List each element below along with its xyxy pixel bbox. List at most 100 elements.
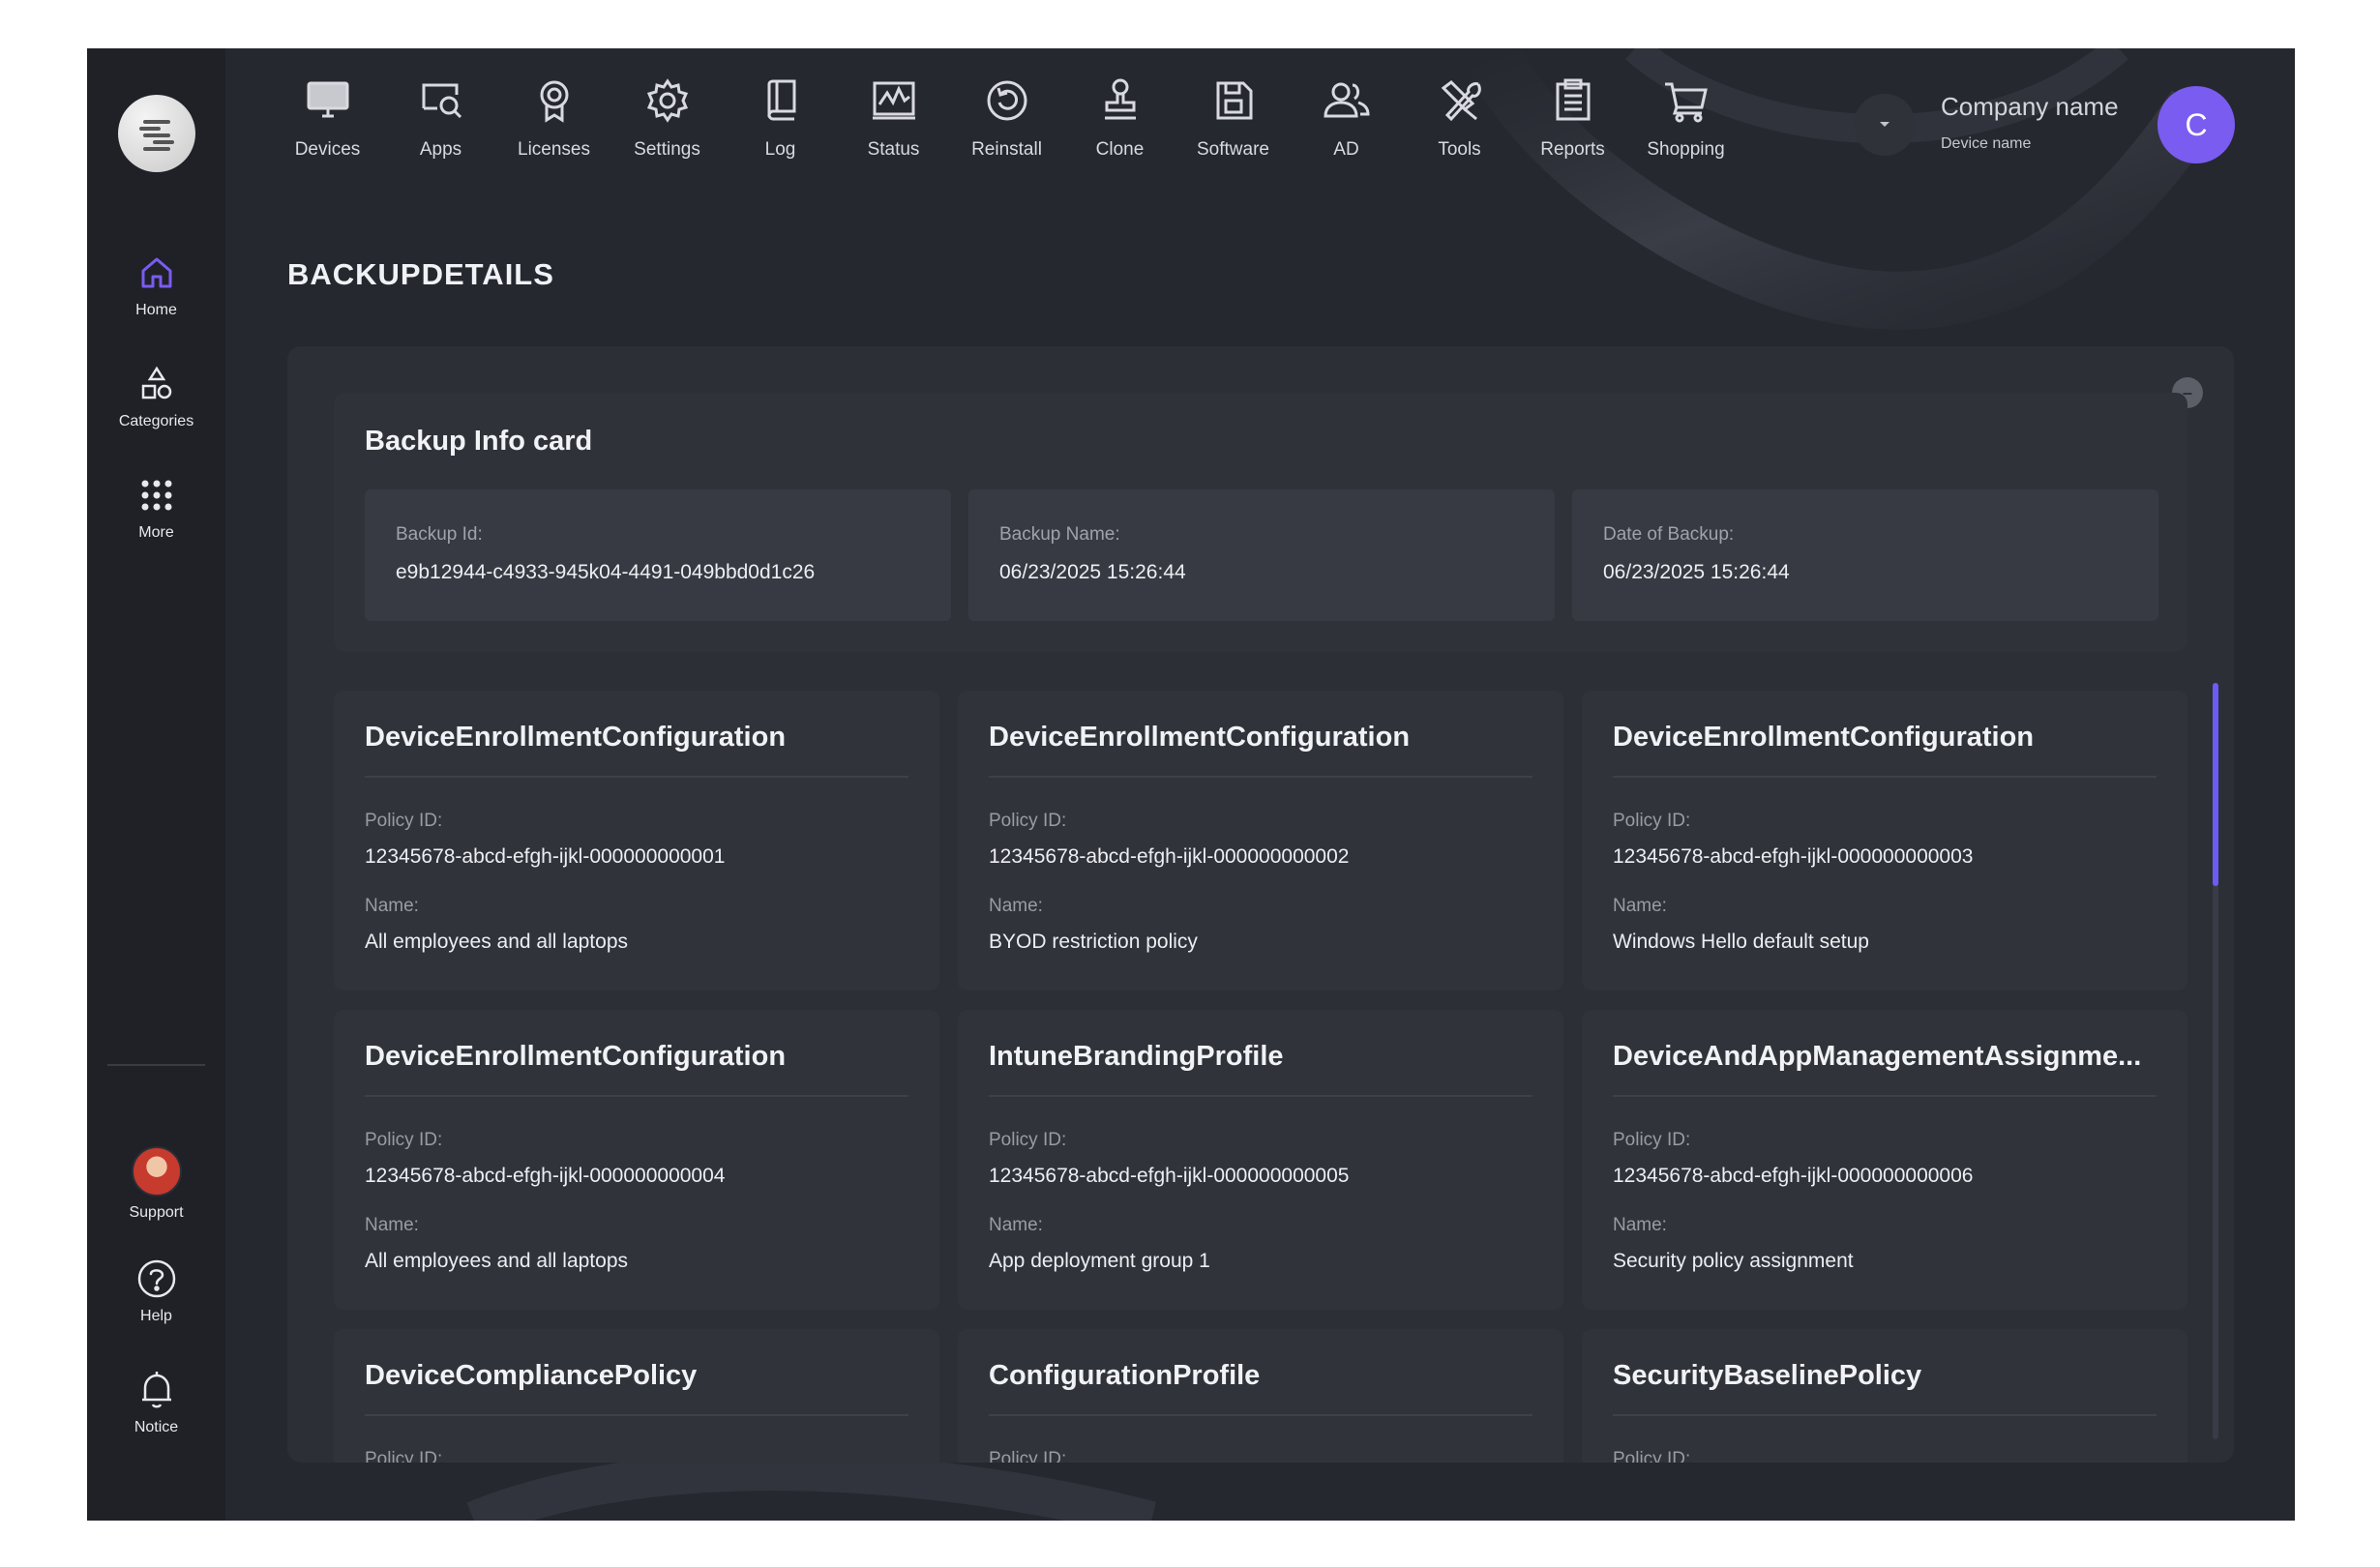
backup-info-title: Backup Info card — [365, 426, 593, 457]
sidebar-item-support[interactable]: Support — [87, 1146, 225, 1222]
nav-clone[interactable]: Clone — [1063, 75, 1176, 182]
chevron-down-icon — [1880, 122, 1889, 127]
policy-name-label: Name: — [989, 896, 1043, 916]
nav-software[interactable]: Software — [1176, 75, 1290, 182]
home-icon — [135, 251, 178, 294]
nav-label: Tools — [1438, 139, 1481, 160]
sidebar-item-home[interactable]: Home — [87, 251, 225, 319]
nav-label: AD — [1333, 139, 1359, 160]
scrollbar-thumb[interactable] — [2213, 683, 2218, 886]
nav-status[interactable]: Status — [837, 75, 950, 182]
policy-card[interactable]: DeviceEnrollmentConfiguration Policy ID:… — [958, 691, 1563, 990]
policy-id: 12345678-abcd-efgh-ijkl-000000000001 — [365, 845, 726, 868]
bell-icon — [135, 1369, 178, 1411]
policy-card[interactable]: DeviceEnrollmentConfiguration Policy ID:… — [334, 1010, 939, 1310]
license-badge-icon — [529, 75, 580, 126]
policy-card[interactable]: IntuneBrandingProfile Policy ID: 12345678… — [958, 1010, 1563, 1310]
card-divider — [1613, 1095, 2157, 1097]
policy-card[interactable]: ConfigurationProfile Policy ID: — [958, 1329, 1563, 1463]
nav-reinstall[interactable]: Reinstall — [950, 75, 1063, 182]
nav-label: Software — [1197, 139, 1269, 160]
card-divider — [989, 1414, 1532, 1416]
policy-name-label: Name: — [365, 896, 419, 916]
policy-name-label: Name: — [365, 1215, 419, 1235]
sidebar-item-more[interactable]: More — [87, 474, 225, 542]
policy-type: DeviceAndAppManagementAssignme... — [1613, 1041, 2142, 1072]
grid-dots-icon — [135, 474, 178, 517]
logo-icon — [139, 120, 174, 151]
policy-id: 12345678-abcd-efgh-ijkl-000000000003 — [1613, 845, 1974, 868]
policy-name: Windows Hello default setup — [1613, 931, 1869, 953]
policy-name-label: Name: — [989, 1215, 1043, 1235]
policy-list[interactable]: DeviceEnrollmentConfiguration Policy ID:… — [334, 691, 2187, 1463]
policy-name: All employees and all laptops — [365, 1250, 628, 1272]
sidebar: Home Categories More Support Help Notice — [87, 48, 225, 1521]
status-chart-icon — [869, 75, 919, 126]
card-divider — [365, 1095, 908, 1097]
app-logo[interactable] — [118, 95, 195, 172]
policy-id-label: Policy ID: — [1613, 811, 1691, 831]
policy-name-label: Name: — [1613, 1215, 1667, 1235]
help-icon — [135, 1257, 178, 1300]
card-divider — [365, 776, 908, 778]
policy-card[interactable]: DeviceAndAppManagementAssignme... Policy… — [1582, 1010, 2187, 1310]
policy-id-label: Policy ID: — [989, 1449, 1067, 1463]
card-divider — [365, 1414, 908, 1416]
nav-label: Licenses — [518, 139, 590, 160]
nav-licenses[interactable]: Licenses — [497, 75, 610, 182]
nav-log[interactable]: Log — [724, 75, 837, 182]
policy-card[interactable]: DeviceEnrollmentConfiguration Policy ID:… — [334, 691, 939, 990]
top-navigation: Devices Apps Licenses Settings Log Statu… — [271, 75, 1742, 182]
sidebar-item-label: Help — [140, 1308, 172, 1324]
nav-label: Reinstall — [971, 139, 1042, 160]
policy-list-scrollbar[interactable] — [2213, 683, 2218, 1439]
company-dropdown-button[interactable] — [1854, 94, 1916, 156]
backup-info-card: Backup Info card Backup Id: e9b12944-c49… — [334, 393, 2187, 652]
nav-ad[interactable]: AD — [1290, 75, 1403, 182]
policy-card[interactable]: SecurityBaselinePolicy Policy ID: — [1582, 1329, 2187, 1463]
sidebar-item-categories[interactable]: Categories — [87, 363, 225, 430]
nav-devices[interactable]: Devices — [271, 75, 384, 182]
policy-type: DeviceEnrollmentConfiguration — [365, 722, 787, 753]
nav-apps[interactable]: Apps — [384, 75, 497, 182]
company-name: Company name — [1941, 92, 2119, 121]
card-divider — [1613, 1414, 2157, 1416]
sidebar-item-notice[interactable]: Notice — [87, 1369, 225, 1436]
nav-label: Clone — [1095, 139, 1145, 160]
backup-details-panel: – Backup Info card Backup Id: e9b12944-c… — [287, 346, 2234, 1463]
device-name: Device name — [1941, 135, 2032, 152]
nav-reports[interactable]: Reports — [1516, 75, 1629, 182]
field-label: Backup Id: — [396, 524, 483, 545]
reinstall-icon — [982, 75, 1032, 126]
sidebar-item-label: Support — [129, 1204, 184, 1221]
field-label: Date of Backup: — [1603, 524, 1735, 545]
field-value: 06/23/2025 15:26:44 — [1603, 561, 1790, 583]
nav-settings[interactable]: Settings — [610, 75, 724, 182]
nav-label: Shopping — [1647, 139, 1725, 160]
policy-type: DeviceCompliancePolicy — [365, 1360, 698, 1391]
policy-type: SecurityBaselinePolicy — [1613, 1360, 1922, 1391]
policy-name: BYOD restriction policy — [989, 931, 1198, 953]
policy-type: IntuneBrandingProfile — [989, 1041, 1284, 1072]
policy-id: 12345678-abcd-efgh-ijkl-000000000002 — [989, 845, 1350, 868]
policy-id-label: Policy ID: — [989, 811, 1067, 831]
sidebar-item-label: More — [138, 524, 174, 541]
sidebar-divider — [107, 1064, 205, 1066]
policy-id-label: Policy ID: — [365, 811, 443, 831]
policy-card[interactable]: DeviceCompliancePolicy Policy ID: — [334, 1329, 939, 1463]
policy-id-label: Policy ID: — [1613, 1449, 1691, 1463]
user-avatar[interactable]: C — [2157, 86, 2235, 163]
field-label: Backup Name: — [999, 524, 1120, 545]
card-divider — [1613, 776, 2157, 778]
policy-card[interactable]: DeviceEnrollmentConfiguration Policy ID:… — [1582, 691, 2187, 990]
policy-name-label: Name: — [1613, 896, 1667, 916]
tools-icon — [1435, 75, 1485, 126]
sidebar-item-help[interactable]: Help — [87, 1257, 225, 1325]
nav-tools[interactable]: Tools — [1403, 75, 1516, 182]
policy-name: Security policy assignment — [1613, 1250, 1854, 1272]
page-title: BACKUPDETAILS — [287, 257, 554, 291]
sidebar-item-label: Categories — [118, 413, 194, 429]
app-window: Home Categories More Support Help Notice… — [87, 48, 2295, 1521]
policy-id-label: Policy ID: — [365, 1449, 443, 1463]
nav-shopping[interactable]: Shopping — [1629, 75, 1742, 182]
